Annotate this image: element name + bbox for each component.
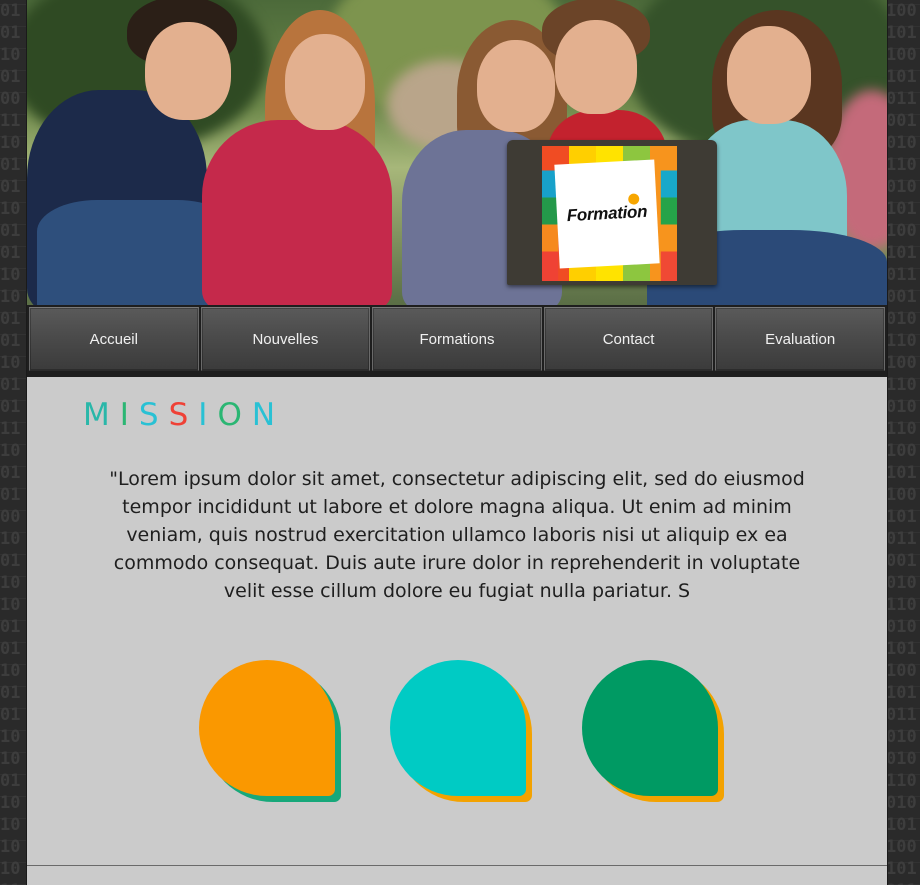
- footer-divider: [27, 865, 887, 866]
- mission-text: "Lorem ipsum dolor sit amet, consectetur…: [109, 468, 805, 602]
- mission-title-letter: O: [217, 397, 252, 433]
- mission-title-letter: M: [83, 397, 120, 433]
- nav-item-accueil[interactable]: Accueil: [29, 307, 199, 371]
- nav-item-contact[interactable]: Contact: [543, 307, 714, 371]
- orange-blob[interactable]: [199, 660, 335, 796]
- green-blob[interactable]: [582, 660, 718, 796]
- background-binary-pattern-left: 0101100100111001011001011010010110010111…: [0, 1, 21, 885]
- background-binary-pattern-right: 1001011001010110010101100101011001010110…: [886, 1, 917, 885]
- cyan-blob[interactable]: [390, 660, 526, 796]
- nav-item-evaluation[interactable]: Evaluation: [715, 307, 885, 371]
- mission-title-letter: S: [138, 397, 169, 433]
- logo-text: Formation: [566, 193, 648, 226]
- mission-title-letter: N: [251, 397, 286, 433]
- nav-item-formations[interactable]: Formations: [372, 307, 542, 371]
- mission-title: MISSION: [83, 397, 285, 433]
- mission-title-letter: S: [168, 397, 199, 433]
- main-nav: Accueil Nouvelles Formations Contact Eva…: [27, 305, 887, 377]
- formation-logo: Formation: [542, 146, 677, 281]
- mission-title-letter: I: [119, 397, 139, 433]
- page-wrapper: Formation Accueil Nouvelles Formations C…: [26, 0, 888, 885]
- mission-title-letter: I: [198, 397, 218, 433]
- logo-card: Formation: [554, 159, 660, 269]
- nav-item-nouvelles[interactable]: Nouvelles: [200, 307, 371, 371]
- hero-banner: Formation: [27, 0, 887, 305]
